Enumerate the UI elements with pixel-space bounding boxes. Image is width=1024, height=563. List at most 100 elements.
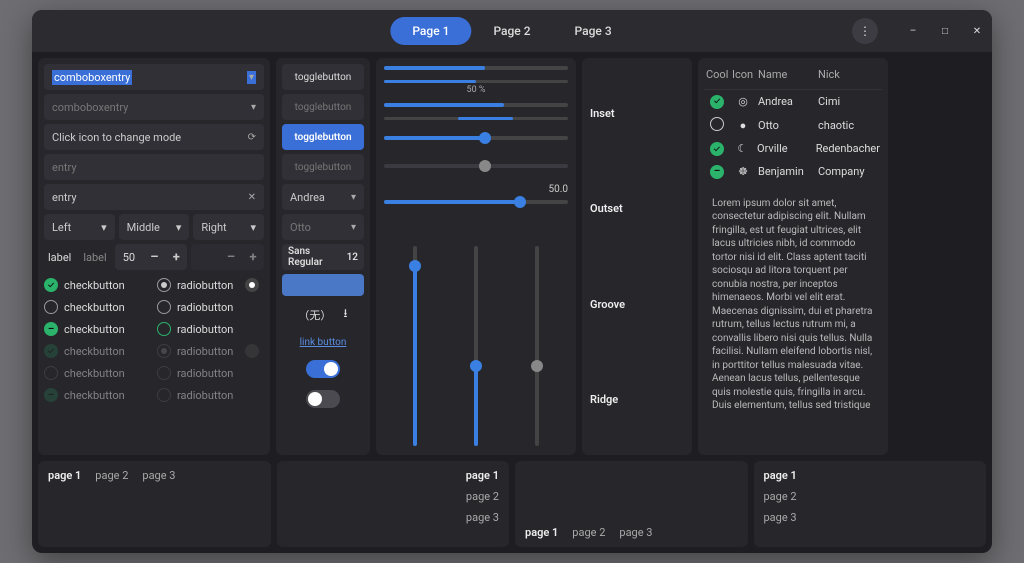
spin-minus-icon: – xyxy=(220,250,242,265)
progressbar-2 xyxy=(384,117,568,120)
chevron-down-icon: ▾ xyxy=(176,221,182,234)
frame-inset: Inset xyxy=(588,101,686,126)
radiobutton-1[interactable] xyxy=(157,278,171,292)
notebook-bottom-tabs: page 1 page 2 page 3 xyxy=(515,461,748,547)
checkbutton-4 xyxy=(44,344,58,358)
textview[interactable]: Lorem ipsum dolor sit amet, consectetur … xyxy=(704,189,882,450)
right-panel: Cool Icon Name Nick ◎AndreaCimi ●Ottocha… xyxy=(698,58,888,455)
radiobutton-6 xyxy=(157,388,171,402)
levelbar-2 xyxy=(384,103,568,107)
label-2: label xyxy=(79,251,110,264)
combobox-andrea[interactable]: Andrea▾ xyxy=(282,184,364,210)
close-button[interactable]: ✕ xyxy=(970,24,984,38)
radiobutton-2[interactable] xyxy=(157,300,171,314)
checkbutton-5 xyxy=(44,366,58,380)
treeview[interactable]: Cool Icon Name Nick ◎AndreaCimi ●Ottocha… xyxy=(704,64,882,183)
table-header: Cool Icon Name Nick xyxy=(704,64,882,90)
nb-tab[interactable]: page 1 xyxy=(48,469,81,539)
scale-v-2[interactable] xyxy=(474,246,478,446)
link-button[interactable]: link button xyxy=(282,333,364,352)
tab-page3[interactable]: Page 3 xyxy=(553,17,634,45)
notebook-left-tabs: page 1 page 2 page 3 xyxy=(754,461,987,547)
row-icon: ☾ xyxy=(730,138,756,159)
dropdown-right[interactable]: Right▾ xyxy=(193,214,264,240)
clear-icon[interactable]: ✕ xyxy=(248,192,256,203)
refresh-icon[interactable]: ⟳ xyxy=(248,132,256,143)
togglebutton-3[interactable]: togglebutton xyxy=(282,124,364,150)
entry-clearable[interactable]: entry✕ xyxy=(44,184,264,210)
row-check[interactable] xyxy=(710,117,724,131)
entry-placeholder[interactable]: entry xyxy=(44,154,264,180)
chevron-down-icon: ▾ xyxy=(351,192,356,203)
entry-icon-mode[interactable]: Click icon to change mode⟳ xyxy=(44,124,264,150)
nb-tab[interactable]: page 3 xyxy=(142,469,175,539)
radiobutton-3[interactable] xyxy=(157,322,171,336)
dropdown-middle[interactable]: Middle▾ xyxy=(119,214,190,240)
togglebutton-2[interactable]: togglebutton xyxy=(282,94,364,120)
row-check[interactable] xyxy=(710,165,724,179)
dropdown-left[interactable]: Left▾ xyxy=(44,214,115,240)
table-row[interactable]: ☾OrvilleRedenbacher xyxy=(704,138,882,161)
checkbutton-2[interactable] xyxy=(44,300,58,314)
tab-page1[interactable]: Page 1 xyxy=(390,17,471,45)
row-check[interactable] xyxy=(710,95,724,109)
checkbutton-1[interactable] xyxy=(44,278,58,292)
nb-tab[interactable]: page 3 xyxy=(764,511,797,524)
combobox-entry-2[interactable]: comboboxentry▾ xyxy=(44,94,264,120)
chevron-down-icon: ▾ xyxy=(247,71,256,84)
widget-factory-window: Page 1 Page 2 Page 3 ⋮ – □ ✕ comboboxent… xyxy=(32,10,992,553)
radiobutton-5 xyxy=(157,366,171,380)
tab-page2[interactable]: Page 2 xyxy=(471,17,552,45)
row-icon: ◎ xyxy=(730,91,756,112)
combobox-entry-1[interactable]: comboboxentry▾ xyxy=(44,64,264,90)
radio-extra-icon[interactable] xyxy=(245,278,259,292)
progressbar-1 xyxy=(384,80,568,83)
window-controls: ⋮ – □ ✕ xyxy=(852,18,984,44)
frame-ridge: Ridge xyxy=(588,387,686,412)
nb-tab[interactable]: page 2 xyxy=(764,490,797,503)
table-row[interactable]: ◎AndreaCimi xyxy=(704,90,882,113)
switch-on[interactable] xyxy=(306,360,340,378)
levelbar-1 xyxy=(384,66,568,70)
nb-tab[interactable]: page 1 xyxy=(466,469,499,482)
checkbutton-6 xyxy=(44,388,58,402)
scale-v-1[interactable] xyxy=(413,246,417,446)
chevron-down-icon: ▾ xyxy=(250,221,256,234)
color-button[interactable] xyxy=(282,274,364,296)
spin-plus-icon[interactable]: + xyxy=(165,250,187,265)
row-icon: ● xyxy=(730,115,756,136)
checkbutton-3[interactable] xyxy=(44,322,58,336)
download-icon: ⭳ xyxy=(343,304,347,325)
nb-tab[interactable]: page 2 xyxy=(466,490,499,503)
nb-tab[interactable]: page 2 xyxy=(572,526,605,539)
spinbutton-1[interactable]: 50 – + xyxy=(115,244,188,270)
nb-tab[interactable]: page 1 xyxy=(764,469,797,482)
menu-button[interactable]: ⋮ xyxy=(852,18,878,44)
table-row[interactable]: ☸BenjaminCompany xyxy=(704,160,882,183)
scale-h-1[interactable] xyxy=(384,136,568,140)
file-chooser[interactable]: （无）⭳ xyxy=(282,300,364,329)
spin-minus-icon[interactable]: – xyxy=(143,250,165,265)
combobox-otto: Otto▾ xyxy=(282,214,364,240)
minimize-button[interactable]: – xyxy=(906,24,920,38)
scale-h-3[interactable]: 50.0 xyxy=(384,200,568,204)
spin-plus-icon: + xyxy=(242,250,264,265)
nb-tab[interactable]: page 2 xyxy=(95,469,128,539)
maximize-button[interactable]: □ xyxy=(938,24,952,38)
sliders-panel: 50 % 50.0 xyxy=(376,58,576,455)
nb-tab[interactable]: page 3 xyxy=(466,511,499,524)
left-panel: comboboxentry▾ comboboxentry▾ Click icon… xyxy=(38,58,270,455)
chevron-down-icon: ▾ xyxy=(251,102,256,113)
row-check[interactable] xyxy=(710,142,724,156)
page-switcher: Page 1 Page 2 Page 3 xyxy=(390,17,633,45)
togglebutton-1[interactable]: togglebutton xyxy=(282,64,364,90)
middle-panel: togglebutton togglebutton togglebutton t… xyxy=(276,58,370,455)
scale-v-3 xyxy=(535,246,539,446)
table-row[interactable]: ●Ottochaotic xyxy=(704,113,882,138)
nb-tab[interactable]: page 3 xyxy=(619,526,652,539)
font-button[interactable]: Sans Regular12 xyxy=(282,244,364,270)
nb-tab[interactable]: page 1 xyxy=(525,526,558,539)
scale-h-2 xyxy=(384,164,568,168)
switch-off[interactable] xyxy=(306,390,340,408)
label-1: label xyxy=(44,251,75,264)
